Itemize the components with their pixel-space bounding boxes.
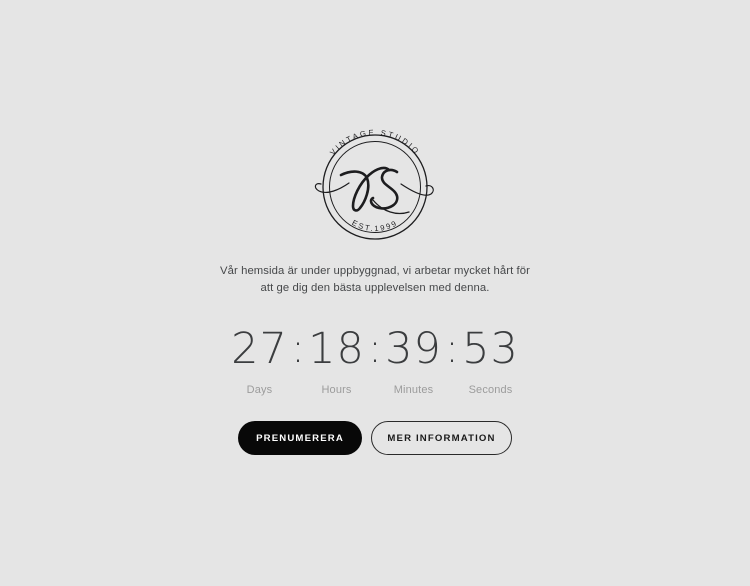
- countdown-label-seconds: Seconds: [468, 384, 513, 397]
- logo-flourish-right: [400, 183, 434, 196]
- logo-top-arc-text: VINTAGE STUDIO: [328, 128, 422, 157]
- coming-soon-page: VINTAGE STUDIO EST.1999 Vår hemsida är u…: [0, 0, 750, 586]
- countdown-label-days: Days: [246, 384, 273, 397]
- countdown-unit-minutes: 39 Minutes: [383, 326, 445, 397]
- logo-bottom-arc-text: EST.1999: [350, 218, 399, 233]
- intro-paragraph: Vår hemsida är under uppbyggnad, vi arbe…: [220, 265, 530, 294]
- countdown-separator-2: :: [368, 326, 382, 373]
- subscribe-button[interactable]: PRENUMERERA: [238, 421, 362, 456]
- countdown-unit-seconds: 53 Seconds: [460, 326, 522, 397]
- countdown-value-seconds: 53: [462, 324, 519, 375]
- countdown-separator-1: :: [291, 326, 305, 373]
- cta-button-group: PRENUMERERA MER INFORMATION: [238, 421, 512, 456]
- countdown-timer: 27 Days : 18 Hours : 39 Minutes : 53 Sec…: [225, 326, 525, 397]
- countdown-separator-3: :: [445, 326, 459, 373]
- countdown-unit-hours: 18 Hours: [306, 326, 368, 397]
- more-information-button[interactable]: MER INFORMATION: [371, 421, 512, 456]
- countdown-label-minutes: Minutes: [393, 384, 434, 397]
- vintage-studio-monogram-icon: VINTAGE STUDIO EST.1999: [314, 128, 434, 240]
- countdown-unit-days: 27 Days: [229, 326, 291, 397]
- countdown-label-hours: Hours: [321, 384, 352, 397]
- countdown-value-days: 27: [231, 324, 288, 375]
- logo-flourish-left: [314, 182, 350, 194]
- countdown-value-minutes: 39: [385, 324, 442, 375]
- countdown-value-hours: 18: [308, 324, 365, 375]
- brand-logo: VINTAGE STUDIO EST.1999: [305, 128, 445, 246]
